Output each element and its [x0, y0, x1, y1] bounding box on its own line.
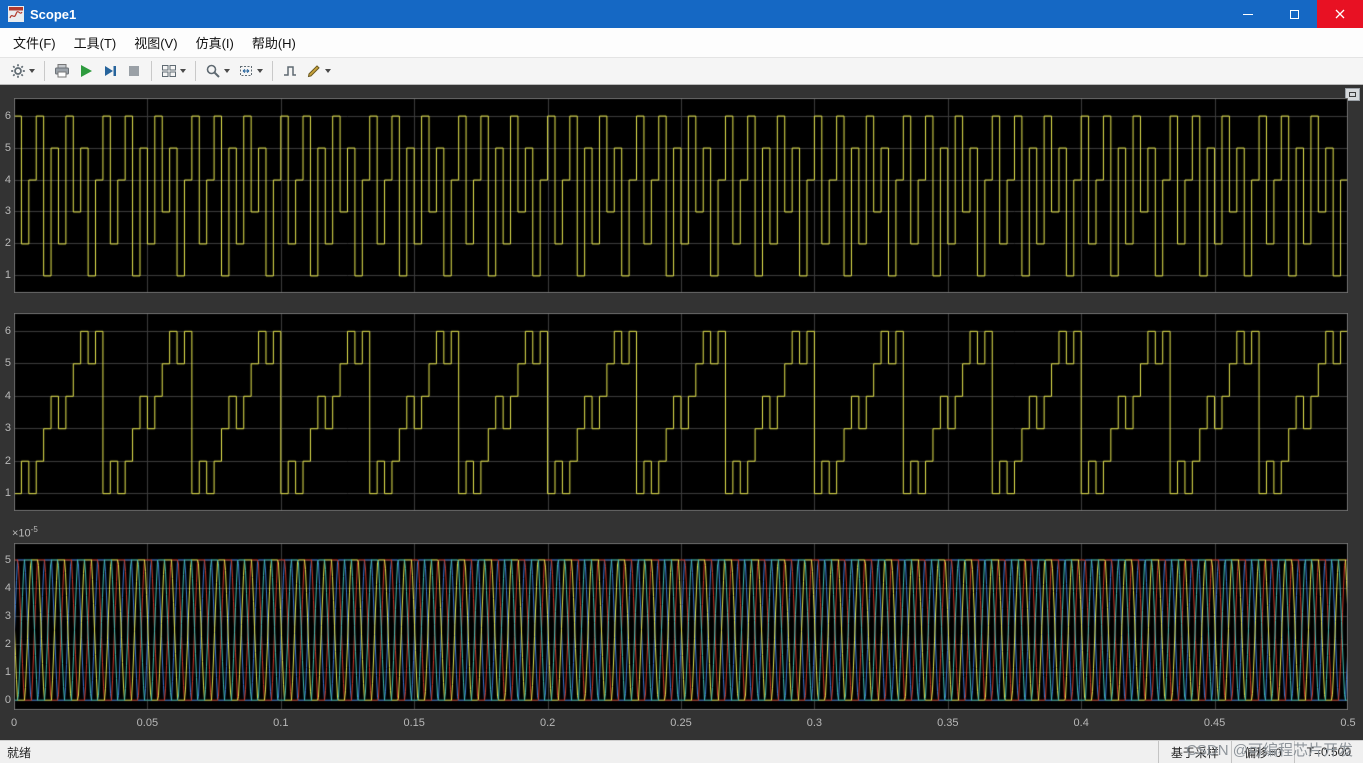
status-bar: 就绪 基于采样 偏移=0 T=0.500: [0, 740, 1363, 763]
y-tick-label: 1: [4, 666, 11, 679]
minimize-icon: [1243, 13, 1253, 15]
waveform-canvas-3[interactable]: [14, 543, 1348, 710]
y-tick-label: 1: [4, 487, 11, 500]
pencil-icon: [307, 65, 320, 78]
trigger-icon: [284, 66, 296, 76]
y-tick-label: 6: [4, 109, 11, 122]
x-tick-label: 0.05: [136, 717, 159, 729]
window-title: Scope1: [30, 6, 77, 22]
y-tick-label: 2: [4, 237, 11, 250]
scope-pane-3: 0 1 2 3 4 5: [5, 543, 1348, 710]
fit-to-view-button[interactable]: [234, 59, 267, 83]
scope-pane-1: 1 2 3 4 5 6: [5, 98, 1348, 293]
x-tick-label: 0: [10, 717, 18, 729]
y-axis-labels-3: 0 1 2 3 4 5: [1, 543, 14, 710]
y-tick-label: 2: [4, 454, 11, 467]
toolbar-separator: [195, 61, 196, 81]
status-ready-text: 就绪: [7, 745, 32, 760]
menu-bar: 文件(F) 工具(T) 视图(V) 仿真(I) 帮助(H): [0, 28, 1363, 58]
x-tick-label: 0.45: [1203, 717, 1226, 729]
x-tick-label: 0.2: [539, 717, 556, 729]
close-icon: [1335, 9, 1345, 19]
y-tick-label: 3: [4, 422, 11, 435]
chevron-down-icon: [180, 69, 186, 73]
menu-view[interactable]: 视图(V): [125, 28, 186, 57]
panel-toggle-icon: [1349, 92, 1356, 97]
y-tick-label: 4: [4, 581, 11, 594]
y-tick-label: 3: [4, 205, 11, 218]
x-axis-labels: 0 0.05 0.1 0.15 0.2 0.25 0.3 0.35 0.4 0.45 0.5: [10, 717, 1356, 731]
y-tick-label: 4: [4, 389, 11, 402]
x-tick-label: 0.4: [1073, 717, 1089, 729]
status-right-segments: 基于采样 偏移=0 T=0.500: [1157, 741, 1363, 763]
measurements-button[interactable]: [302, 59, 335, 83]
y-tick-label: 1: [4, 269, 11, 282]
print-button[interactable]: [50, 59, 74, 83]
menu-help[interactable]: 帮助(H): [243, 28, 305, 57]
y-tick-label: 4: [4, 173, 11, 186]
y-axis-exponent-label: ×10-5: [12, 525, 38, 540]
title-bar: Scope1: [0, 0, 1363, 28]
status-sample-based: 基于采样: [1157, 741, 1231, 763]
chevron-down-icon: [224, 69, 230, 73]
layout-icon: [162, 65, 176, 77]
waveform-canvas-1[interactable]: [14, 98, 1348, 293]
y-tick-label: 5: [4, 357, 11, 370]
layout-button[interactable]: [157, 59, 190, 83]
trigger-button[interactable]: [278, 59, 302, 83]
x-tick-label: 0.5: [1340, 717, 1356, 729]
minimize-button[interactable]: [1225, 0, 1271, 28]
scope-app-icon: [8, 6, 24, 22]
step-forward-button[interactable]: [98, 59, 122, 83]
zoom-button[interactable]: [201, 59, 234, 83]
y-tick-label: 3: [4, 609, 11, 622]
y-tick-label: 5: [4, 141, 11, 154]
x-tick-label: 0.3: [806, 717, 823, 729]
magnifier-icon: [206, 64, 220, 78]
y-tick-label: 6: [4, 324, 11, 337]
chevron-down-icon: [257, 69, 263, 73]
chevron-down-icon: [325, 69, 331, 73]
stop-button[interactable]: [122, 59, 146, 83]
y-axis-labels-2: 1 2 3 4 5 6: [1, 313, 14, 511]
fit-view-icon: [240, 66, 252, 76]
status-sim-time: T=0.500: [1293, 741, 1363, 763]
waveform-canvas-2[interactable]: [14, 313, 1348, 511]
x-tick-label: 0.1: [273, 717, 289, 729]
y-axis-labels-1: 1 2 3 4 5 6: [1, 98, 14, 293]
y-tick-label: 0: [4, 694, 11, 707]
step-forward-icon: [105, 66, 116, 76]
run-button[interactable]: [74, 59, 98, 83]
menu-tools[interactable]: 工具(T): [65, 28, 126, 57]
toolbar-separator: [151, 61, 152, 81]
maximize-icon: [1289, 9, 1299, 19]
status-offset: 偏移=0: [1230, 741, 1294, 763]
scope-window: Scope1 文件(F) 工具(T) 视图(V) 仿真(I) 帮助(H) 1 2…: [0, 0, 1363, 763]
toolbar-separator: [272, 61, 273, 81]
x-tick-label: 0.25: [670, 717, 692, 729]
scope-pane-2: 1 2 3 4 5 6: [5, 313, 1348, 511]
maximize-button[interactable]: [1271, 0, 1317, 28]
window-controls: [1225, 0, 1363, 28]
toolbar: [0, 58, 1363, 85]
chevron-down-icon: [29, 69, 35, 73]
close-button[interactable]: [1317, 0, 1363, 28]
play-icon: [81, 65, 92, 77]
x-tick-label: 0.35: [937, 717, 959, 729]
menu-file[interactable]: 文件(F): [4, 28, 65, 57]
menu-simulation[interactable]: 仿真(I): [187, 28, 243, 57]
plot-area: 123456 123456 ×10-5 012345 0 0.05 0.1 0.15 0…: [0, 85, 1363, 740]
y-tick-label: 5: [4, 553, 11, 566]
printer-icon: [55, 64, 69, 78]
x-tick-label: 0.15: [403, 717, 425, 729]
configuration-properties-button[interactable]: [6, 59, 39, 83]
y-tick-label: 2: [4, 638, 11, 651]
toolbar-separator: [44, 61, 45, 81]
stop-icon: [129, 66, 139, 76]
gear-icon: [11, 64, 25, 78]
